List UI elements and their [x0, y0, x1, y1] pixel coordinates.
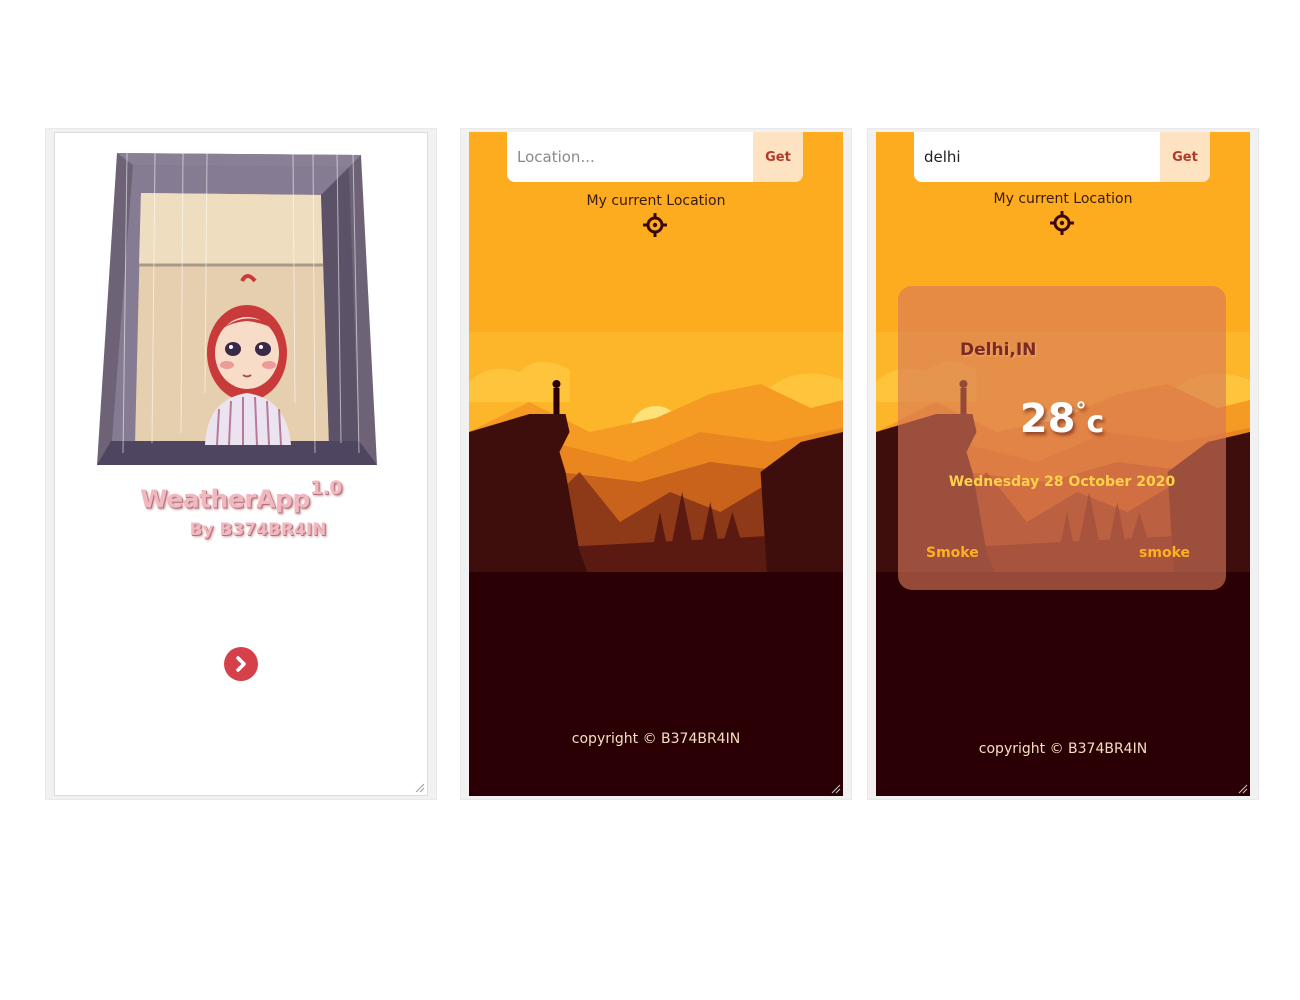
resize-grip-icon[interactable]	[1236, 782, 1248, 794]
result-screen: Get My current Location Delhi,IN 28°c We…	[876, 132, 1250, 796]
city-name: Delhi,IN	[960, 340, 1037, 360]
app-title: WeatherApp1.0	[55, 477, 427, 514]
search-frame: Get My current Location copyright © B374…	[460, 128, 852, 800]
degree-symbol: °	[1075, 399, 1087, 424]
location-input[interactable]	[914, 132, 1160, 182]
current-location-label[interactable]: My current Location	[876, 191, 1250, 207]
search-bar: Get	[914, 132, 1210, 182]
date-text: Wednesday 28 October 2020	[948, 474, 1176, 490]
next-button[interactable]	[224, 647, 258, 681]
resize-grip-icon[interactable]	[413, 781, 425, 793]
weather-description: smoke	[1139, 545, 1190, 561]
location-input[interactable]	[507, 132, 753, 182]
crosshair-icon[interactable]	[1050, 211, 1074, 235]
app-version: 1.0	[309, 477, 343, 499]
search-bar: Get	[507, 132, 803, 182]
resize-grip-icon[interactable]	[829, 782, 841, 794]
temperature-unit: c	[1086, 405, 1105, 440]
result-frame: Get My current Location Delhi,IN 28°c We…	[867, 128, 1259, 800]
search-screen: Get My current Location copyright © B374…	[469, 132, 843, 796]
current-location-label[interactable]: My current Location	[469, 193, 843, 209]
copyright-text: copyright © B374BR4IN	[571, 731, 741, 747]
get-button[interactable]: Get	[1160, 132, 1210, 182]
girl-window-illustration	[97, 153, 377, 465]
weather-card: Delhi,IN 28°c Wednesday 28 October 2020 …	[898, 286, 1226, 590]
app-author: By B374BR4IN	[189, 520, 327, 540]
chevron-right-icon	[236, 656, 246, 672]
copyright-text: copyright © B374BR4IN	[978, 741, 1148, 757]
splash-frame: WeatherApp1.0 By B374BR4IN	[45, 128, 437, 800]
temperature-value: 28	[1019, 396, 1076, 442]
temperature: 28°c	[898, 396, 1226, 442]
crosshair-icon[interactable]	[643, 213, 667, 237]
app-name: WeatherApp	[140, 484, 310, 514]
splash-screen: WeatherApp1.0 By B374BR4IN	[54, 132, 428, 796]
weather-condition: Smoke	[926, 545, 979, 561]
get-button[interactable]: Get	[753, 132, 803, 182]
